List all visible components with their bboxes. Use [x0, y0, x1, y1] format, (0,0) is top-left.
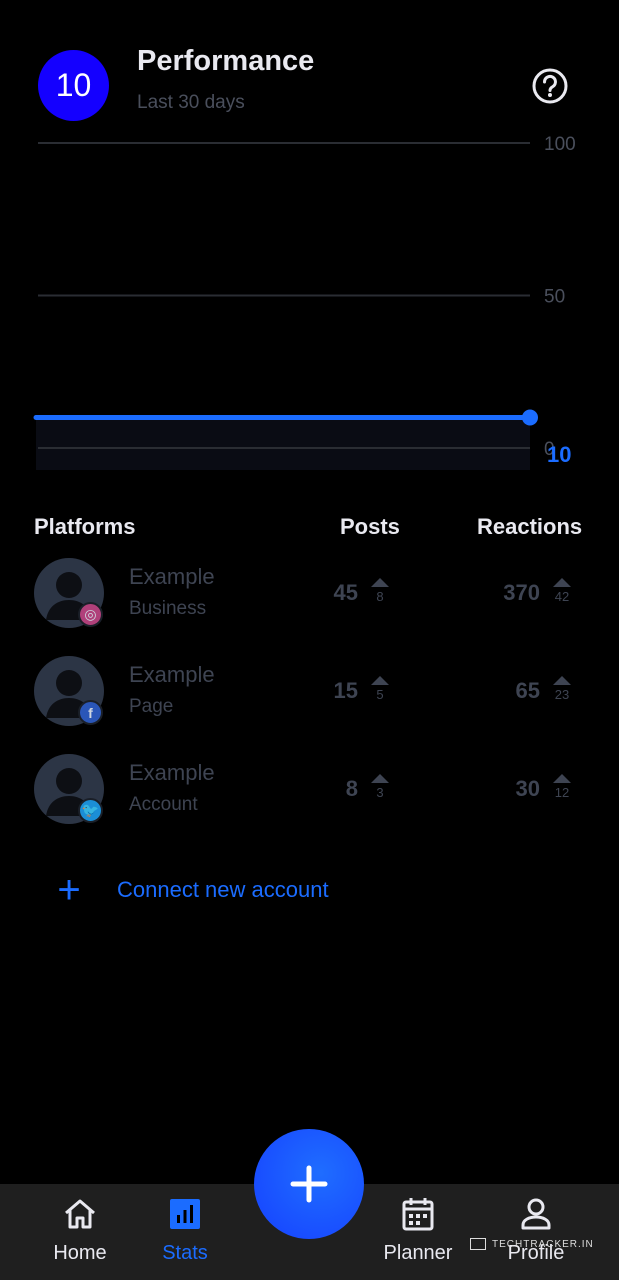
page-title: Performance [137, 45, 315, 77]
posts-delta-value: 5 [376, 687, 384, 702]
reactions-count: 370 [503, 580, 540, 605]
posts-delta: 8 [368, 578, 392, 604]
reactions-delta-value: 42 [554, 589, 570, 604]
column-header-platforms: Platforms [34, 514, 136, 539]
posts-delta-value: 8 [376, 589, 384, 604]
account-type: Account [129, 794, 198, 815]
account-type: Business [129, 598, 207, 619]
reactions-count: 65 [515, 678, 540, 703]
performance-chart: 10050010 [33, 134, 576, 470]
watermark-logo-icon [470, 1238, 486, 1250]
facebook-icon: f [78, 700, 103, 725]
posts-count: 8 [345, 776, 358, 801]
posts-count: 15 [333, 678, 358, 703]
platform-row-instagram[interactable]: ◎ Example Business 45 8 370 42 [0, 558, 619, 628]
up-arrow-icon [371, 676, 389, 685]
up-arrow-icon [553, 578, 571, 587]
reactions-delta: 23 [550, 676, 574, 702]
posts-delta: 5 [368, 676, 392, 702]
nav-item-stats[interactable]: Stats [135, 1196, 235, 1265]
question-circle-icon[interactable] [530, 66, 570, 106]
nav-item-planner[interactable]: Planner [368, 1196, 468, 1265]
platform-row-facebook[interactable]: f Example Page 15 5 65 23 [0, 656, 619, 726]
connect-account-button[interactable]: + Connect new account [52, 868, 329, 912]
plus-icon [290, 1165, 328, 1203]
watermark: TECHTRACKER.IN [470, 1238, 594, 1250]
account-name: Example [129, 564, 215, 589]
nav-item-profile[interactable]: Profile [486, 1196, 586, 1265]
performance-score: 10 [55, 67, 92, 103]
up-arrow-icon [553, 676, 571, 685]
up-arrow-icon [553, 774, 571, 783]
nav-item-home[interactable]: Home [30, 1196, 130, 1265]
page-subtitle: Last 30 days [137, 92, 245, 113]
performance-score-badge: 10 [38, 50, 109, 121]
create-post-fab[interactable] [254, 1129, 364, 1239]
instagram-icon: ◎ [78, 602, 103, 627]
account-type: Page [129, 696, 174, 717]
nav-label: Planner [383, 1242, 453, 1264]
up-arrow-icon [371, 578, 389, 587]
watermark-text: TECHTRACKER.IN [492, 1238, 594, 1250]
connect-account-label: Connect new account [117, 877, 329, 902]
series-end-value-label: 10 [547, 442, 571, 467]
reactions-delta-value: 12 [554, 785, 570, 800]
account-name: Example [129, 760, 215, 785]
reactions-delta: 42 [550, 578, 574, 604]
posts-delta-value: 3 [376, 785, 384, 800]
column-header-reactions: Reactions [477, 514, 583, 539]
nav-label: Stats [162, 1242, 208, 1264]
reactions-delta-value: 23 [554, 687, 570, 702]
reactions-delta: 12 [550, 774, 574, 800]
account-name: Example [129, 662, 215, 687]
reactions-count: 30 [515, 776, 540, 801]
up-arrow-icon [371, 774, 389, 783]
platform-row-twitter[interactable]: 🐦 Example Account 8 3 30 12 [0, 754, 619, 824]
home-icon [65, 1199, 95, 1229]
y-tick-label: 50 [544, 287, 565, 308]
y-tick-label: 100 [544, 134, 576, 155]
chart-area-fill [36, 417, 530, 470]
stats-screen: 10 Performance Last 30 days 100 50 0 10 Pla… [0, 0, 619, 1280]
series-end-point [522, 409, 538, 426]
twitter-icon: 🐦 [78, 798, 103, 823]
calendar-icon [402, 1198, 434, 1231]
posts-delta: 3 [368, 774, 392, 800]
column-header-posts: Posts [340, 514, 400, 539]
nav-label: Home [53, 1242, 107, 1264]
person-icon [521, 1198, 551, 1230]
plus-icon: + [57, 868, 81, 912]
bar-chart-icon [170, 1199, 200, 1229]
posts-count: 45 [333, 580, 358, 605]
